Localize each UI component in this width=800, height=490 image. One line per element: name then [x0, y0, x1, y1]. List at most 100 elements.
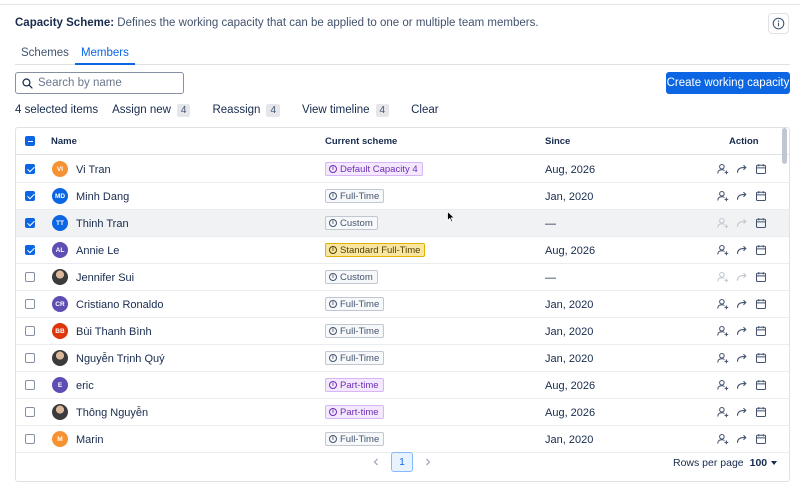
row-checkbox[interactable]	[25, 326, 35, 336]
assign-user-icon[interactable]	[716, 432, 730, 446]
scheme-badge[interactable]: i Full-Time	[325, 324, 385, 338]
reassign-arrow-icon[interactable]	[735, 270, 749, 284]
chevron-down-icon[interactable]	[771, 461, 778, 465]
column-header-name[interactable]: Name	[51, 136, 77, 147]
row-checkbox[interactable]	[25, 299, 35, 309]
scheme-badge[interactable]: i Default Capacity 4	[325, 162, 423, 176]
table-row[interactable]: Thông Nguyễn i Part-time Aug, 2026	[16, 399, 789, 426]
table-row[interactable]: AL Annie Le i Standard Full-Time Aug, 2026	[16, 237, 789, 264]
row-checkbox[interactable]	[25, 407, 35, 417]
calendar-icon[interactable]	[754, 432, 768, 446]
search-input[interactable]	[38, 77, 178, 89]
view-timeline-button[interactable]: View timeline 4	[302, 103, 390, 117]
member-name[interactable]: eric	[76, 380, 94, 392]
scheme-badge[interactable]: i Full-Time	[325, 297, 385, 311]
reassign-arrow-icon[interactable]	[735, 432, 749, 446]
table-header: Name Current scheme Since Action	[16, 128, 789, 155]
assign-user-icon[interactable]	[716, 297, 730, 311]
member-name[interactable]: Marin	[76, 434, 104, 446]
member-name[interactable]: Nguyễn Trịnh Quý	[76, 353, 165, 365]
row-checkbox[interactable]	[25, 272, 35, 282]
table-row[interactable]: M Marin i Full-Time Jan, 2020	[16, 426, 789, 453]
calendar-icon[interactable]	[754, 351, 768, 365]
next-page-button[interactable]	[418, 452, 438, 472]
table-row[interactable]: TT Thinh Tran i Custom —	[16, 210, 789, 237]
member-name[interactable]: Thông Nguyễn	[76, 407, 148, 419]
select-all-checkbox[interactable]	[25, 136, 35, 146]
calendar-icon[interactable]	[754, 243, 768, 257]
reassign-arrow-icon[interactable]	[735, 243, 749, 257]
scheme-badge[interactable]: i Custom	[325, 270, 378, 284]
row-checkbox[interactable]	[25, 164, 35, 174]
scheme-badge[interactable]: i Part-time	[325, 405, 384, 419]
clear-button[interactable]: Clear	[411, 104, 438, 116]
calendar-icon[interactable]	[754, 324, 768, 338]
column-header-scheme[interactable]: Current scheme	[325, 136, 397, 147]
row-checkbox[interactable]	[25, 245, 35, 255]
tab-schemes[interactable]: Schemes	[15, 44, 75, 65]
tab-members[interactable]: Members	[74, 44, 135, 65]
reassign-arrow-icon[interactable]	[735, 405, 749, 419]
column-header-since[interactable]: Since	[545, 136, 570, 147]
scheme-badge[interactable]: i Full-Time	[325, 351, 385, 365]
assign-user-icon[interactable]	[716, 162, 730, 176]
scheme-badge[interactable]: i Custom	[325, 216, 378, 230]
table-row[interactable]: Eeric i Part-time Aug, 2026	[16, 372, 789, 399]
rows-per-page-select[interactable]: 100	[750, 457, 768, 469]
row-checkbox[interactable]	[25, 218, 35, 228]
table-row[interactable]: VI Vi Tran i Default Capacity 4 Aug, 2026	[16, 156, 789, 183]
member-name[interactable]: Vi Tran	[76, 164, 111, 176]
since-value: Jan, 2020	[545, 191, 594, 203]
reassign-arrow-icon[interactable]	[735, 216, 749, 230]
calendar-icon[interactable]	[754, 216, 768, 230]
reassign-arrow-icon[interactable]	[735, 324, 749, 338]
table-row[interactable]: BB Bùi Thanh Bình i Full-Time Jan, 2020	[16, 318, 789, 345]
assign-user-icon[interactable]	[716, 405, 730, 419]
table-row[interactable]: Nguyễn Trịnh Quý i Full-Time Jan, 2020	[16, 345, 789, 372]
row-checkbox[interactable]	[25, 380, 35, 390]
assign-user-icon[interactable]	[716, 189, 730, 203]
row-checkbox[interactable]	[25, 434, 35, 444]
reassign-arrow-icon[interactable]	[735, 351, 749, 365]
page-number-button[interactable]: 1	[391, 452, 413, 472]
member-name[interactable]: Minh Dang	[76, 191, 129, 203]
scheme-badge[interactable]: i Standard Full-Time	[325, 243, 426, 257]
member-name[interactable]: Cristiano Ronaldo	[76, 299, 163, 311]
reassign-arrow-icon[interactable]	[735, 189, 749, 203]
reassign-arrow-icon[interactable]	[735, 378, 749, 392]
assign-user-icon[interactable]	[716, 378, 730, 392]
table-row[interactable]: MD Minh Dang i Full-Time Jan, 2020	[16, 183, 789, 210]
table-scrollbar[interactable]	[782, 128, 787, 164]
assign-user-icon[interactable]	[716, 351, 730, 365]
assign-new-button[interactable]: Assign new 4	[112, 103, 191, 117]
row-checkbox[interactable]	[25, 353, 35, 363]
scheme-badge[interactable]: i Full-Time	[325, 189, 385, 203]
row-checkbox[interactable]	[25, 191, 35, 201]
prev-page-button[interactable]	[366, 452, 386, 472]
info-button[interactable]	[768, 13, 789, 34]
calendar-icon[interactable]	[754, 189, 768, 203]
table-row[interactable]: Jennifer Sui i Custom —	[16, 264, 789, 291]
assign-user-icon[interactable]	[716, 270, 730, 284]
reassign-button[interactable]: Reassign 4	[212, 103, 280, 117]
member-name[interactable]: Bùi Thanh Bình	[76, 326, 152, 338]
member-name[interactable]: Annie Le	[76, 245, 119, 257]
scheme-label: Part-time	[340, 406, 379, 418]
calendar-icon[interactable]	[754, 378, 768, 392]
member-name[interactable]: Jennifer Sui	[76, 272, 134, 284]
create-working-capacity-button[interactable]: Create working capacity	[666, 72, 790, 94]
scheme-badge[interactable]: i Full-Time	[325, 432, 385, 446]
mouse-cursor-icon	[447, 211, 456, 223]
assign-user-icon[interactable]	[716, 324, 730, 338]
assign-user-icon[interactable]	[716, 216, 730, 230]
calendar-icon[interactable]	[754, 405, 768, 419]
calendar-icon[interactable]	[754, 297, 768, 311]
calendar-icon[interactable]	[754, 270, 768, 284]
assign-user-icon[interactable]	[716, 243, 730, 257]
reassign-arrow-icon[interactable]	[735, 297, 749, 311]
scheme-badge[interactable]: i Part-time	[325, 378, 384, 392]
member-name[interactable]: Thinh Tran	[76, 218, 129, 230]
table-row[interactable]: CR Cristiano Ronaldo i Full-Time Jan, 2020	[16, 291, 789, 318]
calendar-icon[interactable]	[754, 162, 768, 176]
reassign-arrow-icon[interactable]	[735, 162, 749, 176]
